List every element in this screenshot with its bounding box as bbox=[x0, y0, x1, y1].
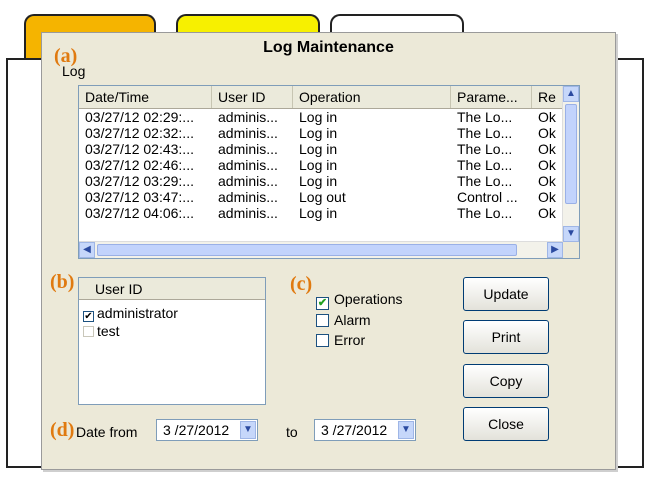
cell-operation: Log out bbox=[299, 190, 346, 205]
list-item-test[interactable]: test bbox=[83, 322, 120, 340]
dropdown-arrow-icon[interactable]: ▼ bbox=[240, 421, 256, 439]
user-label: administrator bbox=[97, 305, 178, 321]
dropdown-arrow-icon[interactable]: ▼ bbox=[398, 421, 414, 439]
cell-datetime: 03/27/12 02:43:... bbox=[85, 142, 194, 157]
user-list[interactable]: User ID ✔ administrator test bbox=[78, 277, 266, 405]
scroll-down-icon[interactable]: ▼ bbox=[563, 226, 579, 242]
close-button[interactable]: Close bbox=[463, 407, 549, 441]
cell-operation: Log in bbox=[299, 174, 338, 189]
table-row[interactable]: 03/27/12 04:06:... adminis... Log in The… bbox=[79, 206, 563, 221]
cell-datetime: 03/27/12 03:47:... bbox=[85, 190, 194, 205]
cell-userid: adminis... bbox=[218, 142, 278, 157]
update-button[interactable]: Update bbox=[463, 277, 549, 311]
cell-userid: adminis... bbox=[218, 158, 278, 173]
filter-label: Error bbox=[334, 332, 366, 348]
resize-grip[interactable] bbox=[563, 242, 579, 258]
cell-userid: adminis... bbox=[218, 206, 278, 221]
cell-result: Ok bbox=[538, 206, 556, 221]
scroll-up-icon[interactable]: ▲ bbox=[563, 86, 579, 102]
marker-d: (d) bbox=[50, 419, 75, 441]
cell-result: Ok bbox=[538, 174, 556, 189]
log-group-label: Log bbox=[62, 63, 86, 79]
column-header-datetime[interactable]: Date/Time bbox=[79, 86, 212, 108]
cell-result: Ok bbox=[538, 158, 556, 173]
cell-userid: adminis... bbox=[218, 126, 278, 141]
cell-parameter: The Lo... bbox=[457, 126, 513, 141]
cell-userid: adminis... bbox=[218, 190, 278, 205]
list-item-administrator[interactable]: ✔ administrator bbox=[83, 304, 178, 322]
horizontal-scrollbar[interactable]: ◀ ▶ bbox=[79, 241, 563, 258]
user-label: test bbox=[97, 323, 120, 339]
column-header-result[interactable]: Re bbox=[532, 86, 563, 108]
filter-checkbox[interactable] bbox=[316, 314, 329, 327]
cell-operation: Log in bbox=[299, 142, 338, 157]
cell-parameter: The Lo... bbox=[457, 142, 513, 157]
log-table[interactable]: Date/Time User ID Operation Parame... Re… bbox=[78, 85, 580, 259]
cell-datetime: 03/27/12 02:46:... bbox=[85, 158, 194, 173]
checkmark-icon[interactable]: ✔ bbox=[83, 311, 94, 322]
date-to-value: 3 /27/2012 bbox=[321, 422, 388, 438]
vertical-scrollbar[interactable]: ▲ ▼ bbox=[562, 86, 579, 242]
user-checkbox[interactable] bbox=[83, 326, 94, 337]
cell-operation: Log in bbox=[299, 158, 338, 173]
filter-label: Operations bbox=[334, 291, 403, 307]
date-from-value: 3 /27/2012 bbox=[163, 422, 230, 438]
print-button[interactable]: Print bbox=[463, 320, 549, 354]
date-from-picker[interactable]: 3 /27/2012 ▼ bbox=[156, 419, 258, 441]
table-row[interactable]: 03/27/12 02:32:... adminis... Log in The… bbox=[79, 126, 563, 141]
cell-userid: adminis... bbox=[218, 174, 278, 189]
cell-parameter: Control ... bbox=[457, 190, 518, 205]
cell-result: Ok bbox=[538, 126, 556, 141]
horizontal-scroll-thumb[interactable] bbox=[97, 244, 517, 256]
table-row[interactable]: 03/27/12 03:29:... adminis... Log in The… bbox=[79, 174, 563, 189]
user-list-header[interactable]: User ID bbox=[79, 278, 265, 300]
cell-datetime: 03/27/12 02:29:... bbox=[85, 110, 194, 125]
column-header-userid[interactable]: User ID bbox=[212, 86, 293, 108]
table-row[interactable]: 03/27/12 02:43:... adminis... Log in The… bbox=[79, 142, 563, 157]
cell-datetime: 03/27/12 04:06:... bbox=[85, 206, 194, 221]
cell-parameter: The Lo... bbox=[457, 158, 513, 173]
cell-parameter: The Lo... bbox=[457, 110, 513, 125]
cell-result: Ok bbox=[538, 142, 556, 157]
dialog-title: Log Maintenance bbox=[263, 39, 394, 56]
column-header-parameter[interactable]: Parame... bbox=[451, 86, 532, 108]
log-table-header: Date/Time User ID Operation Parame... Re bbox=[79, 86, 563, 109]
date-from-label: Date from bbox=[76, 424, 138, 440]
checkmark-icon[interactable]: ✔ bbox=[316, 297, 329, 310]
cell-result: Ok bbox=[538, 190, 556, 205]
scroll-right-icon[interactable]: ▶ bbox=[547, 242, 563, 258]
date-to-label: to bbox=[286, 424, 298, 440]
cell-datetime: 03/27/12 03:29:... bbox=[85, 174, 194, 189]
scroll-left-icon[interactable]: ◀ bbox=[79, 242, 95, 258]
cell-operation: Log in bbox=[299, 126, 338, 141]
marker-b: (b) bbox=[50, 271, 75, 293]
table-row[interactable]: 03/27/12 03:47:... adminis... Log out Co… bbox=[79, 190, 563, 205]
filter-label: Alarm bbox=[334, 312, 371, 328]
date-to-picker[interactable]: 3 /27/2012 ▼ bbox=[314, 419, 416, 441]
vertical-scroll-thumb[interactable] bbox=[565, 104, 577, 204]
filter-checkbox[interactable] bbox=[316, 334, 329, 347]
cell-operation: Log in bbox=[299, 206, 338, 221]
table-row[interactable]: 03/27/12 02:29:... adminis... Log in The… bbox=[79, 110, 563, 125]
filter-alarm[interactable]: Alarm bbox=[316, 310, 371, 330]
filter-error[interactable]: Error bbox=[316, 330, 365, 350]
cell-datetime: 03/27/12 02:32:... bbox=[85, 126, 194, 141]
copy-button[interactable]: Copy bbox=[463, 364, 549, 398]
log-maintenance-dialog: Log Maintenance (a) Log Date/Time User I… bbox=[41, 32, 616, 470]
cell-userid: adminis... bbox=[218, 110, 278, 125]
cell-operation: Log in bbox=[299, 110, 338, 125]
filter-operations[interactable]: ✔ Operations bbox=[316, 289, 403, 310]
table-row[interactable]: 03/27/12 02:46:... adminis... Log in The… bbox=[79, 158, 563, 173]
cell-parameter: The Lo... bbox=[457, 174, 513, 189]
cell-result: Ok bbox=[538, 110, 556, 125]
cell-parameter: The Lo... bbox=[457, 206, 513, 221]
column-header-operation[interactable]: Operation bbox=[293, 86, 451, 108]
marker-c: (c) bbox=[290, 273, 313, 295]
